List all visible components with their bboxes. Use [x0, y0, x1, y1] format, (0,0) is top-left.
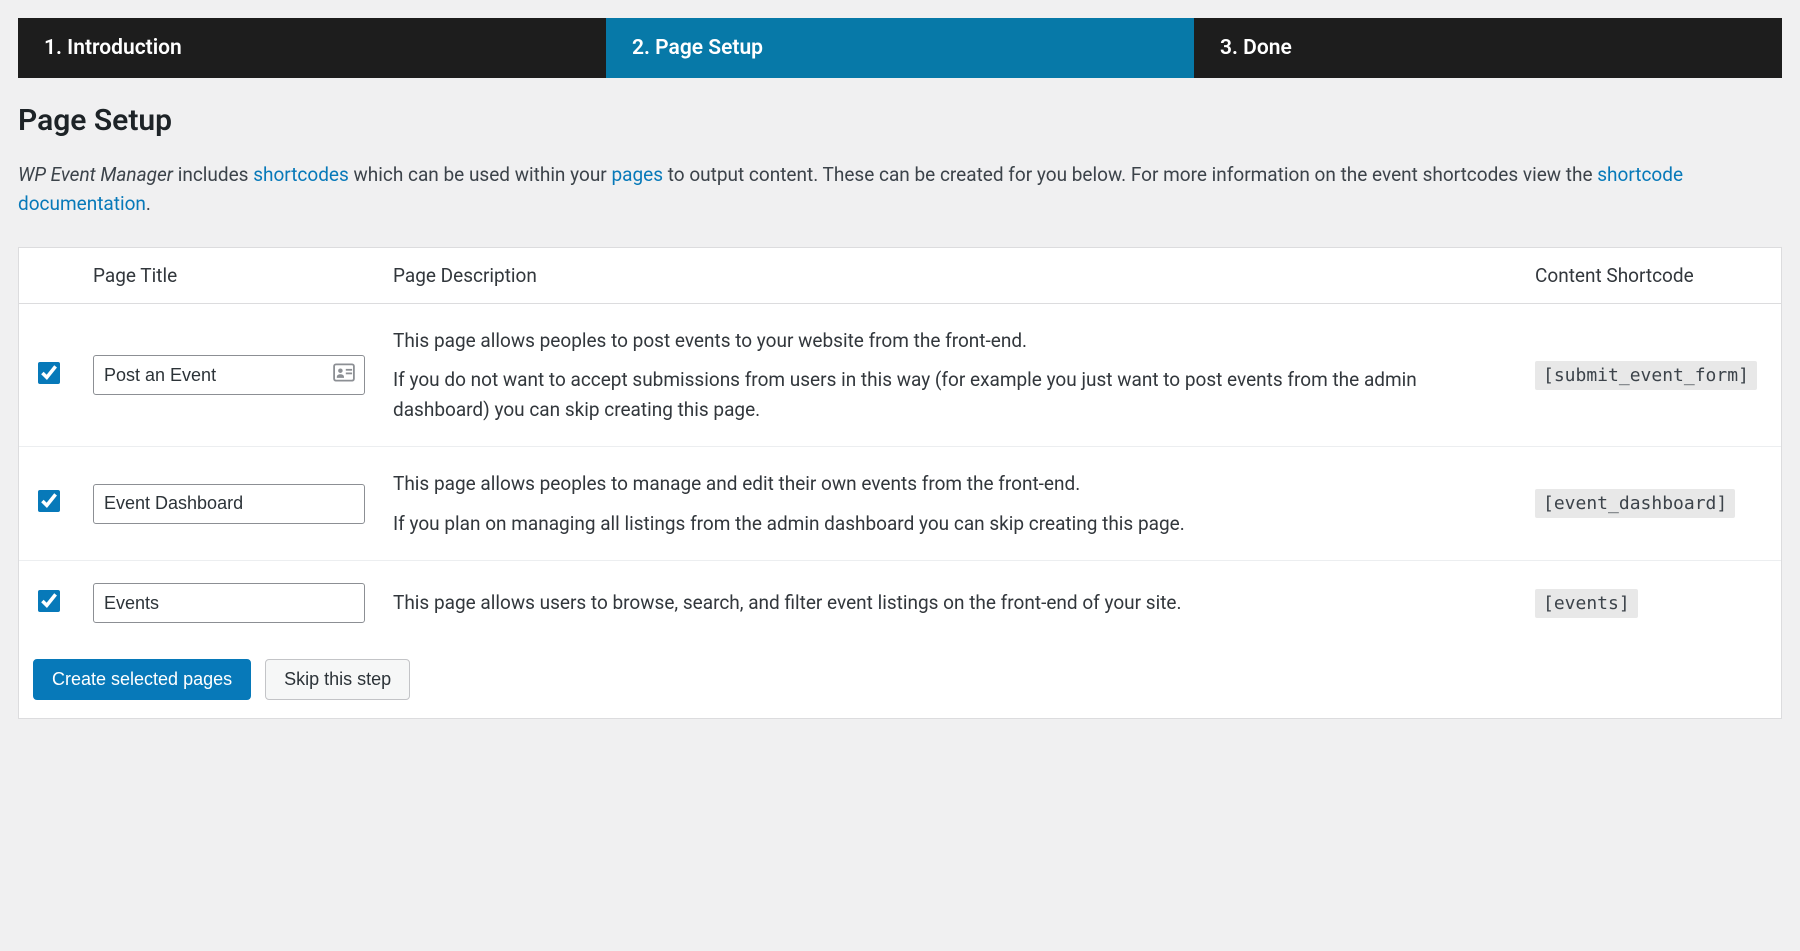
row-checkbox[interactable] — [38, 590, 60, 612]
row-description-1: This page allows users to browse, search… — [393, 588, 1507, 617]
row-shortcode: [events] — [1535, 589, 1638, 618]
pages-link[interactable]: pages — [611, 163, 663, 186]
create-selected-pages-button[interactable]: Create selected pages — [33, 659, 251, 700]
table-row: This page allows users to browse, search… — [19, 561, 1781, 646]
product-name: WP Event Manager — [18, 163, 173, 186]
skip-this-step-button[interactable]: Skip this step — [265, 659, 410, 700]
row-checkbox[interactable] — [38, 362, 60, 384]
table-row: This page allows peoples to manage and e… — [19, 447, 1781, 561]
header-check — [19, 248, 79, 304]
header-content-shortcode: Content Shortcode — [1521, 248, 1781, 304]
row-shortcode: [submit_event_form] — [1535, 361, 1757, 390]
header-page-title: Page Title — [79, 248, 379, 304]
pages-table: Page Title Page Description Content Shor… — [19, 248, 1781, 645]
row-checkbox[interactable] — [38, 490, 60, 512]
shortcodes-link[interactable]: shortcodes — [253, 163, 349, 186]
setup-stepper: 1. Introduction 2. Page Setup 3. Done — [18, 18, 1782, 78]
page-title-input[interactable] — [93, 583, 365, 623]
table-row: This page allows peoples to post events … — [19, 303, 1781, 446]
actions-row: Create selected pages Skip this step — [19, 645, 1781, 718]
page-title-input[interactable] — [93, 355, 365, 395]
row-description-1: This page allows peoples to post events … — [393, 326, 1507, 355]
page-title-input[interactable] — [93, 484, 365, 524]
row-description-2: If you plan on managing all listings fro… — [393, 509, 1507, 538]
id-card-icon — [333, 364, 355, 387]
pages-panel: Page Title Page Description Content Shor… — [18, 247, 1782, 719]
row-description-2: If you do not want to accept submissions… — [393, 365, 1507, 424]
intro-paragraph: WP Event Manager includes shortcodes whi… — [18, 160, 1782, 219]
step-page-setup[interactable]: 2. Page Setup — [606, 18, 1194, 78]
step-done[interactable]: 3. Done — [1194, 18, 1782, 78]
row-shortcode: [event_dashboard] — [1535, 489, 1735, 518]
step-introduction[interactable]: 1. Introduction — [18, 18, 606, 78]
row-description-1: This page allows peoples to manage and e… — [393, 469, 1507, 498]
page-title: Page Setup — [18, 103, 1782, 138]
header-page-description: Page Description — [379, 248, 1521, 304]
